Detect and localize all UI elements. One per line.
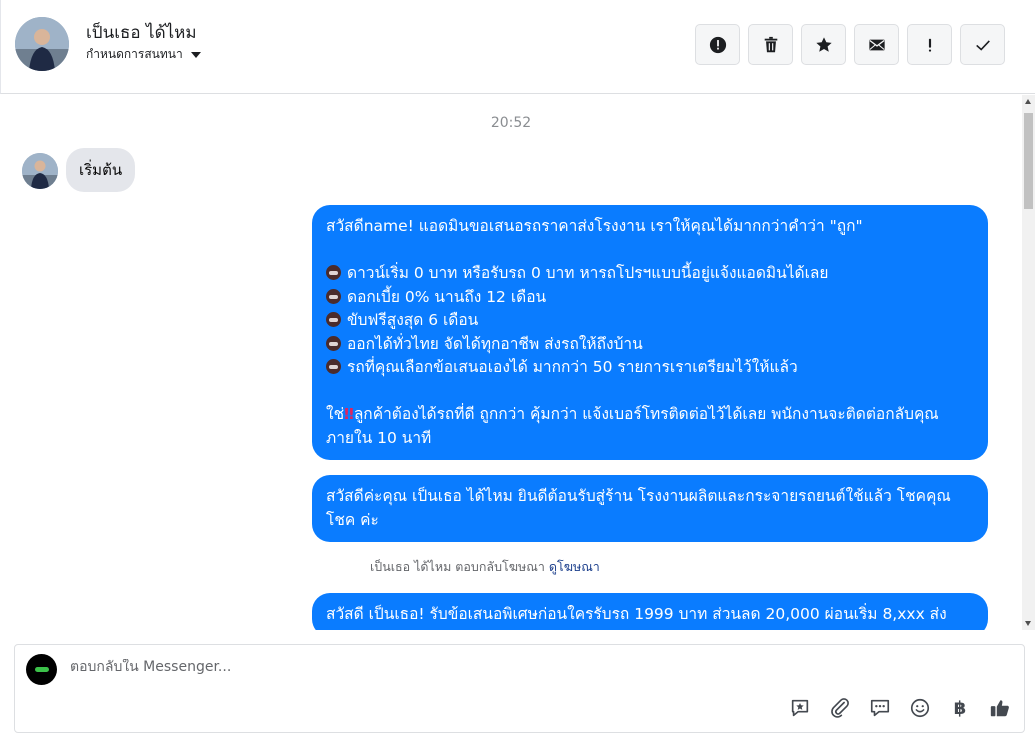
mark-done-button[interactable] bbox=[960, 24, 1005, 65]
delete-button[interactable] bbox=[748, 24, 793, 65]
message-line: สวัสดีname! แอดมินขอเสนอรถราคาส่งโรงงาน … bbox=[326, 217, 863, 235]
outgoing-message: สวัสดีname! แอดมินขอเสนอรถราคาส่งโรงงาน … bbox=[312, 205, 988, 460]
assign-conversation-dropdown[interactable]: กำหนดการสนทนา bbox=[86, 45, 201, 64]
thread-scrollbar[interactable] bbox=[1022, 95, 1035, 630]
assign-label: กำหนดการสนทนา bbox=[86, 47, 183, 61]
star-icon bbox=[815, 36, 832, 52]
header-actions bbox=[695, 24, 1005, 65]
incoming-message: เริ่มต้น bbox=[66, 148, 136, 192]
chat-button[interactable] bbox=[868, 696, 892, 720]
car-emoji-icon bbox=[326, 288, 341, 304]
saved-reply-button[interactable] bbox=[788, 696, 812, 720]
car-emoji-icon bbox=[326, 265, 341, 280]
message-line: ดอกเบี้ย 0% นานถึง 12 เดือน bbox=[347, 287, 547, 306]
trash-icon bbox=[764, 36, 777, 52]
contact-avatar[interactable] bbox=[15, 17, 69, 71]
star-button[interactable] bbox=[801, 24, 846, 65]
emoji-icon bbox=[910, 698, 930, 718]
check-icon bbox=[975, 39, 990, 51]
envelope-icon bbox=[868, 39, 885, 50]
page-avatar bbox=[26, 654, 57, 685]
message-line: รถที่คุณเลือกข้อเสนอเองได้ มากกว่า 50 รา… bbox=[347, 358, 798, 376]
car-emoji-icon bbox=[326, 335, 341, 351]
chat-bubble-icon bbox=[870, 699, 890, 717]
message-line: ขับฟรีสูงสุด 6 เดือน bbox=[347, 311, 479, 329]
double-exclamation-icon: ‼ bbox=[344, 405, 354, 423]
spam-button[interactable] bbox=[695, 24, 740, 65]
conversation-header: เป็นเธอ ได้ไหม กำหนดการสนทนา bbox=[0, 0, 1035, 94]
exclamation-icon bbox=[928, 38, 931, 52]
car-emoji-icon bbox=[326, 312, 341, 327]
scroll-thumb[interactable] bbox=[1024, 113, 1033, 209]
scroll-up-arrow-icon[interactable] bbox=[1025, 99, 1031, 104]
payment-button[interactable]: ฿ bbox=[948, 696, 972, 720]
message-timestamp: 20:52 bbox=[490, 115, 532, 131]
alert-circle-icon bbox=[709, 36, 726, 53]
follow-up-button[interactable] bbox=[907, 24, 952, 65]
like-button[interactable] bbox=[988, 696, 1012, 720]
outgoing-message: สวัสดี เป็นเธอ! รับข้อเสนอพิเศษก่อนใครรั… bbox=[312, 593, 988, 630]
emoji-button[interactable] bbox=[908, 696, 932, 720]
message-composer: ฿ bbox=[14, 644, 1025, 733]
scroll-down-arrow-icon[interactable] bbox=[1025, 621, 1031, 626]
like-icon bbox=[990, 700, 1009, 717]
caret-down-icon bbox=[190, 52, 201, 58]
composer-tools: ฿ bbox=[788, 696, 1012, 720]
attach-button[interactable] bbox=[828, 696, 852, 720]
ad-reply-note: เป็นเธอ ได้ไหม ตอบกลับโฆษณา ดูโฆษณา bbox=[370, 557, 600, 577]
saved-reply-icon bbox=[791, 699, 809, 717]
message-thread[interactable]: 20:52 เริ่มต้น สวัสดีname! แอดมินขอเสนอร… bbox=[0, 95, 1022, 630]
view-ad-link[interactable]: ดูโฆษณา bbox=[549, 559, 600, 574]
attachment-icon bbox=[831, 698, 849, 718]
outgoing-message: สวัสดีค่ะคุณ เป็นเธอ ได้ไหม ยินดีต้อนรับ… bbox=[312, 475, 988, 542]
sender-avatar bbox=[22, 153, 58, 189]
car-emoji-icon bbox=[326, 359, 341, 374]
contact-name[interactable]: เป็นเธอ ได้ไหม bbox=[86, 19, 197, 46]
reply-note-text: เป็นเธอ ได้ไหม ตอบกลับโฆษณา bbox=[370, 559, 545, 574]
message-line: ดาวน์เริ่ม 0 บาท หรือรับรถ 0 บาท หารถโปร… bbox=[347, 264, 829, 282]
mark-unread-button[interactable] bbox=[854, 24, 899, 65]
message-line: ออกได้ทั่วไทย จัดได้ทุกอาชีพ ส่งรถให้ถึง… bbox=[347, 334, 643, 353]
message-line: ลูกค้าต้องได้รถที่ดี ถูกกว่า คุ้มกว่า แจ… bbox=[326, 405, 939, 447]
message-line: ใช่ bbox=[326, 405, 345, 423]
reply-input[interactable] bbox=[70, 659, 770, 675]
baht-icon: ฿ bbox=[953, 697, 967, 719]
